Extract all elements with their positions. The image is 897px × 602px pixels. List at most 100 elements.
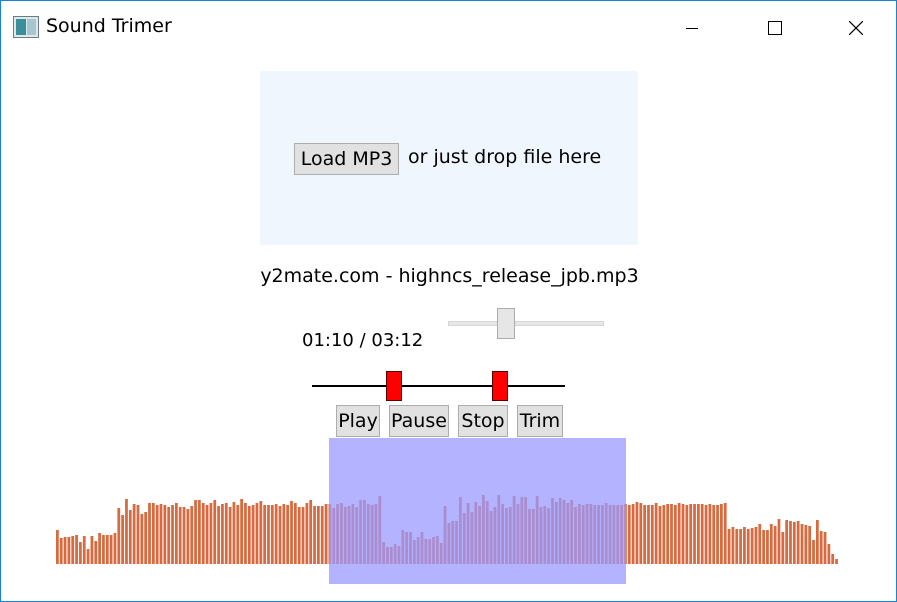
maximize-icon [768, 21, 782, 35]
waveform-bar [305, 503, 309, 564]
waveform-bar [117, 508, 121, 564]
waveform-bar [286, 505, 290, 564]
minimize-button[interactable] [669, 11, 715, 45]
waveform-bar [324, 504, 328, 564]
waveform-bar [240, 499, 243, 564]
volume-slider-track[interactable] [448, 321, 604, 326]
waveform-bar [259, 501, 263, 564]
waveform-bar [63, 537, 67, 564]
waveform-bar [827, 544, 831, 564]
waveform-bar [244, 503, 247, 564]
waveform-bar [86, 549, 90, 564]
waveform-bar [317, 506, 320, 564]
window-title: Sound Trimer [46, 15, 172, 37]
waveform-bar [267, 505, 270, 564]
waveform-bar [693, 504, 696, 564]
waveform-bar [255, 503, 259, 564]
waveform-bar [792, 522, 796, 564]
waveform-bar [696, 504, 700, 564]
waveform-bar [232, 502, 236, 564]
waveform-bar [109, 535, 113, 564]
waveform-bar [712, 505, 716, 564]
waveform-bar [67, 537, 71, 564]
waveform-bar [796, 521, 800, 564]
waveform-bar [762, 530, 765, 564]
app-icon [13, 16, 39, 38]
waveform-bar [785, 520, 789, 564]
waveform-bar [654, 503, 658, 564]
waveform-bar [82, 536, 86, 564]
waveform-bar [140, 514, 144, 564]
waveform-bar [59, 538, 63, 564]
file-name: y2mate.com - highncs_release_jpb.mp3 [260, 265, 639, 287]
close-button[interactable] [833, 11, 879, 45]
waveform-bar [647, 505, 650, 564]
waveform-bar [731, 527, 735, 564]
waveform-bar [113, 533, 117, 564]
waveform-bar [700, 504, 704, 564]
waveform-bar [800, 524, 804, 564]
waveform-bar [270, 505, 274, 564]
waveform-bar [716, 505, 719, 564]
waveform-bar [163, 505, 167, 564]
waveform-bar [98, 533, 101, 564]
waveform-bar [301, 507, 305, 564]
waveform-bar [186, 509, 190, 564]
waveform-bar [835, 559, 838, 564]
waveform-bar [819, 531, 823, 564]
waveform-bar [274, 504, 278, 564]
waveform-bar [190, 506, 194, 564]
waveform-bar [90, 536, 94, 564]
waveform-bar [144, 512, 148, 564]
waveform-bar [643, 505, 647, 564]
waveform-bar [808, 526, 812, 564]
trim-start-handle[interactable] [386, 371, 402, 401]
waveform-bar [815, 520, 819, 564]
trim-range-track[interactable] [312, 385, 565, 387]
waveform-bar [704, 505, 708, 564]
app-window: Sound Trimer Load MP3 or just drop file … [0, 0, 897, 602]
waveform-bar [236, 505, 240, 564]
waveform-bar [136, 505, 140, 564]
waveform-bar [213, 500, 217, 564]
volume-slider-thumb[interactable] [497, 308, 515, 339]
waveform-bar [174, 503, 178, 564]
maximize-button[interactable] [752, 11, 798, 45]
waveform-bar [282, 504, 286, 564]
trim-end-handle[interactable] [492, 371, 508, 401]
waveform-bar [102, 535, 105, 564]
waveform-bar [689, 504, 693, 564]
waveform-bar [121, 515, 125, 564]
waveform-bar [224, 503, 228, 564]
waveform-bar [221, 504, 224, 564]
waveform-bar [639, 503, 643, 564]
waveform-bar [743, 527, 746, 564]
waveform-bar [75, 535, 78, 564]
load-mp3-button[interactable]: Load MP3 [294, 143, 399, 175]
waveform-bar [831, 554, 835, 564]
waveform-bar [666, 504, 670, 564]
waveform-bar [167, 507, 171, 564]
waveform-bar [247, 506, 251, 564]
waveform-bar [812, 540, 815, 564]
waveform-bar [320, 506, 324, 564]
waveform-bar [155, 505, 159, 564]
waveform-bar [293, 503, 297, 564]
waveform-bar [773, 526, 777, 564]
waveform[interactable] [1, 431, 897, 591]
waveform-bar [263, 505, 267, 564]
waveform-bar [708, 504, 712, 564]
playback-time: 01:10 / 03:12 [302, 330, 424, 351]
waveform-bar [297, 507, 301, 564]
waveform-bar [746, 529, 750, 564]
drop-hint: or just drop file here [408, 146, 602, 168]
waveform-bar [228, 507, 232, 564]
waveform-bar [79, 542, 82, 564]
waveform-bar [777, 519, 781, 564]
waveform-bar [290, 501, 293, 564]
waveform-bar [309, 500, 313, 564]
waveform-bar [681, 504, 685, 564]
waveform-bar [105, 535, 109, 564]
title-bar: Sound Trimer [1, 1, 896, 55]
waveform-bar [735, 529, 739, 564]
